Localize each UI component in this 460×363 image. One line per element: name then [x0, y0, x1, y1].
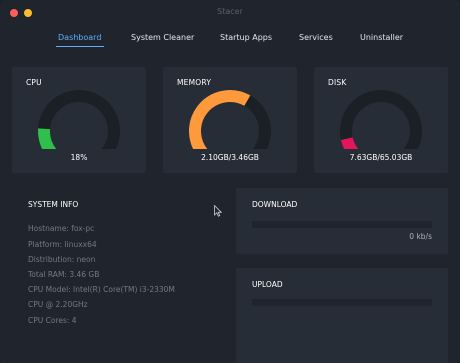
tab-startup-apps[interactable]: Startup Apps [220, 33, 272, 42]
disk-usage-value: 7.63GB/65.03GB [349, 153, 413, 162]
disk-gauge-track [340, 90, 422, 149]
app-window: Stacer Dashboard System Cleaner Startup … [0, 0, 460, 363]
cpu-gauge-fill [38, 128, 57, 149]
window-title: Stacer [217, 7, 243, 16]
system-info-distribution: Distribution: neon [28, 255, 96, 264]
upload-bar [252, 299, 432, 306]
title-bar: Stacer [0, 0, 460, 26]
tab-system-cleaner[interactable]: System Cleaner [131, 33, 194, 42]
download-speed-value: 0 kb/s [409, 232, 432, 241]
mouse-cursor-icon [214, 205, 222, 217]
cpu-gauge [38, 90, 120, 149]
system-info-cpu-cores: CPU Cores: 4 [28, 316, 77, 325]
download-title: DOWNLOAD [252, 200, 298, 209]
memory-gauge-fill [189, 90, 251, 149]
cpu-usage-value: 18% [70, 153, 88, 162]
system-info-total-ram: Total RAM: 3.46 GB [28, 270, 100, 279]
system-info-title: SYSTEM INFO [28, 200, 79, 209]
disk-card: DISK 7.63GB/65.03GB [314, 67, 448, 173]
memory-gauge [189, 90, 271, 149]
upload-title: UPLOAD [252, 280, 283, 289]
memory-card: MEMORY 2.10GB/3.46GB [163, 67, 297, 173]
tab-uninstaller[interactable]: Uninstaller [360, 33, 403, 42]
system-info-hostname: Hostname: fox-pc [28, 224, 95, 233]
memory-usage-value: 2.10GB/3.46GB [201, 153, 259, 162]
tab-dashboard[interactable]: Dashboard [58, 33, 101, 42]
disk-card-title: DISK [328, 78, 347, 87]
active-tab-indicator [56, 46, 104, 47]
disk-gauge-fill [340, 137, 359, 149]
upload-card: UPLOAD [236, 268, 448, 363]
download-bar [252, 221, 432, 228]
system-info-platform: Platform: linuxx64 [28, 240, 97, 249]
system-info-cpu-model: CPU Model: Intel(R) Core(TM) i3-2330M [28, 285, 175, 294]
cpu-card: CPU 18% [12, 67, 146, 173]
system-info-cpu-speed: CPU @ 2.20GHz [28, 300, 88, 309]
cpu-card-title: CPU [26, 78, 42, 87]
memory-card-title: MEMORY [177, 78, 212, 87]
main-nav: Dashboard System Cleaner Startup Apps Se… [0, 33, 460, 49]
tab-services[interactable]: Services [299, 33, 333, 42]
cpu-gauge-track [38, 90, 120, 149]
disk-gauge [340, 90, 422, 149]
download-card: DOWNLOAD 0 kb/s [236, 188, 448, 254]
